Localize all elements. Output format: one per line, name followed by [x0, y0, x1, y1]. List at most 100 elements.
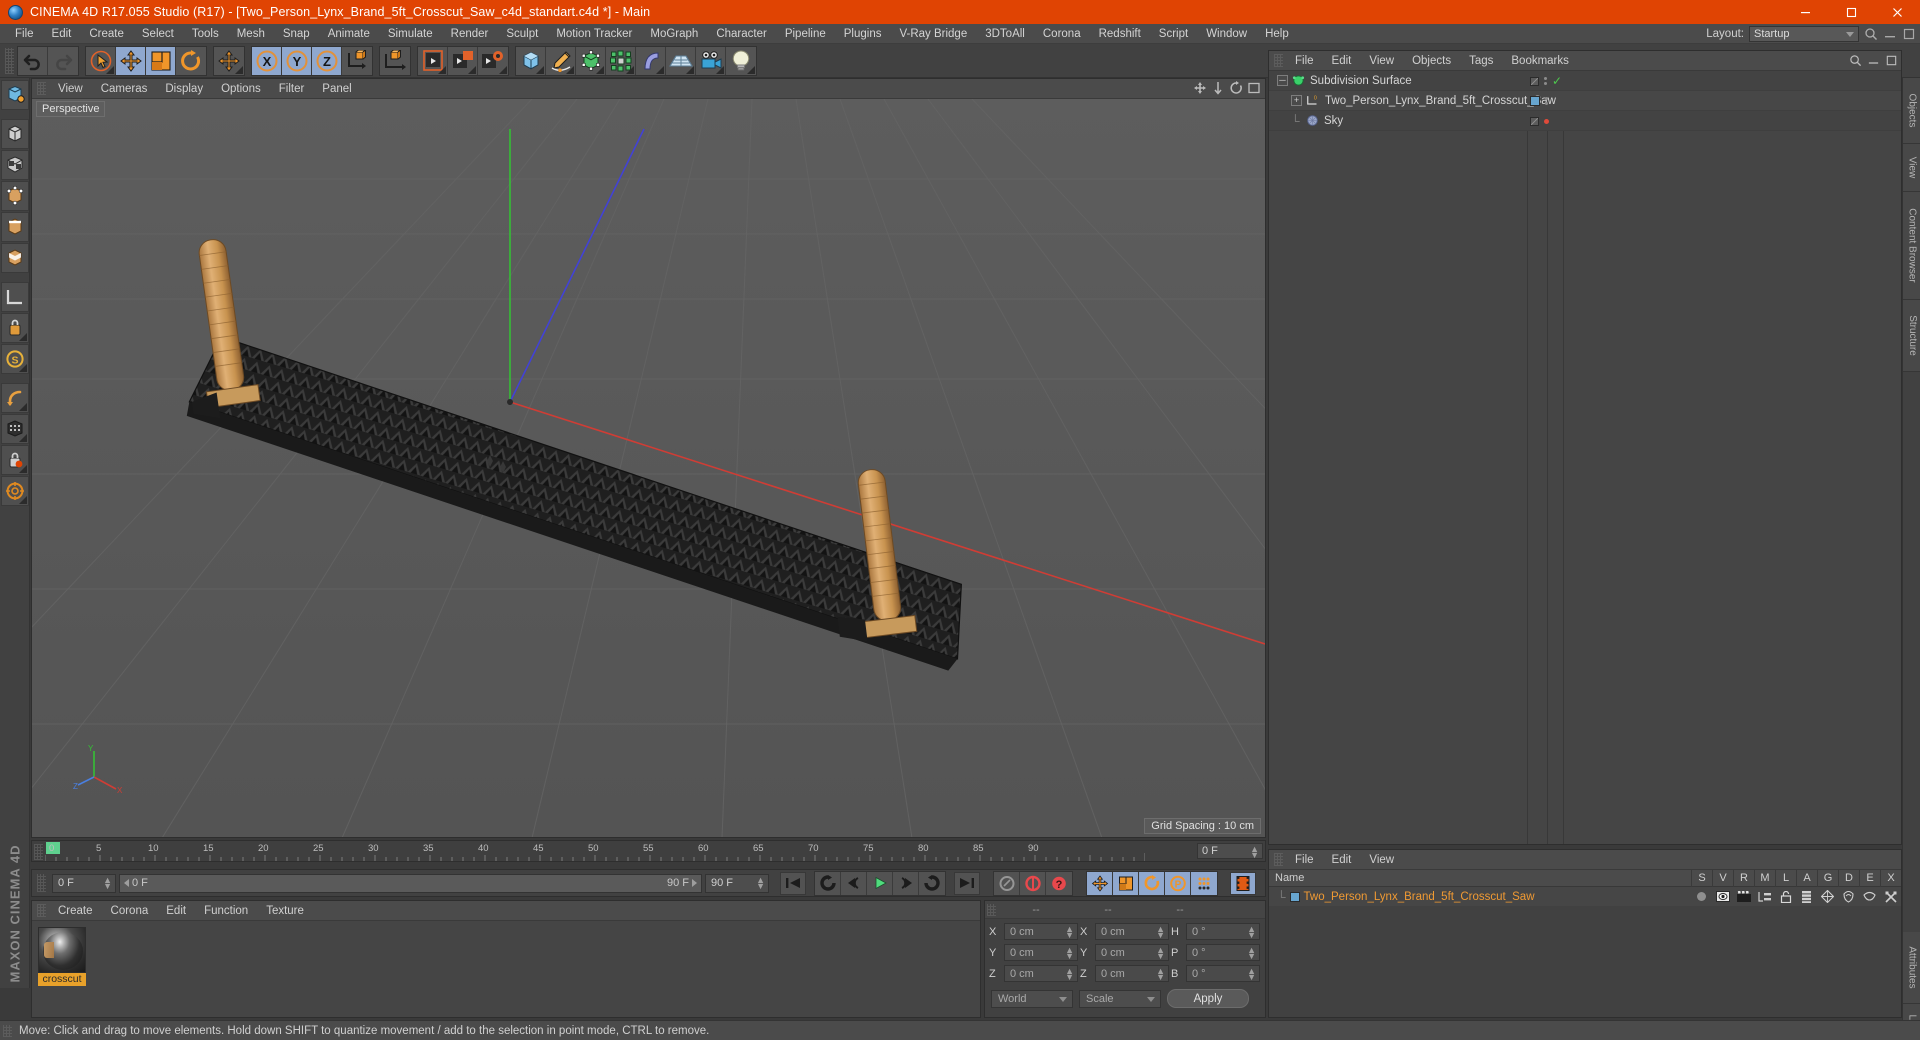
coordinates-grip[interactable]	[987, 903, 996, 916]
render-region-icon[interactable]	[448, 46, 478, 75]
status-bar-grip[interactable]	[3, 1024, 12, 1037]
move-alt-icon[interactable]	[214, 46, 244, 75]
viewport-menu-display[interactable]: Display	[156, 79, 212, 99]
objmgr-menu-bookmarks[interactable]: Bookmarks	[1502, 51, 1578, 71]
viewport-menu-grip[interactable]	[37, 82, 46, 95]
spinner-icon[interactable]: ▲ ▼	[1156, 967, 1165, 982]
attr-cell-s[interactable]	[1691, 892, 1712, 901]
workplane-icon[interactable]	[0, 282, 29, 312]
minimize-button[interactable]	[1782, 0, 1828, 24]
attr-cell-e[interactable]	[1859, 891, 1880, 902]
spinner-icon[interactable]: ▲ ▼	[1065, 925, 1074, 940]
max-frame-input[interactable]: 90 F ▲ ▼	[705, 873, 769, 893]
objmgr-menu-objects[interactable]: Objects	[1403, 51, 1460, 71]
scale-key-icon[interactable]	[1113, 871, 1139, 895]
viewport-menu-view[interactable]: View	[49, 79, 92, 99]
forward-icon[interactable]	[919, 871, 945, 895]
next-key-icon[interactable]	[893, 871, 919, 895]
go-to-end-icon[interactable]	[954, 871, 980, 895]
matmgr-menu-edit[interactable]: Edit	[157, 901, 195, 921]
enable-snap-icon[interactable]	[0, 383, 29, 413]
coordinate-system-icon[interactable]	[380, 46, 410, 75]
material-tag-swatch[interactable]	[1530, 96, 1540, 106]
menu-item-create[interactable]: Create	[80, 24, 133, 44]
floor-icon[interactable]	[666, 46, 696, 75]
viewport-menu-options[interactable]: Options	[212, 79, 270, 99]
material-item[interactable]: crosscut	[38, 927, 86, 986]
toolbar-grip[interactable]	[5, 47, 14, 74]
pan-icon[interactable]	[1193, 81, 1207, 95]
keyframe-selection-icon[interactable]: ?	[1046, 871, 1072, 895]
attributes-grip[interactable]	[1274, 853, 1283, 866]
lock-selection-icon[interactable]	[0, 445, 29, 475]
object-row-sky[interactable]: └ Sky	[1269, 111, 1901, 131]
attr-cell-d[interactable]	[1838, 890, 1859, 903]
menu-item-3dtoall[interactable]: 3DToAll	[976, 24, 1034, 44]
menu-item-edit[interactable]: Edit	[43, 24, 81, 44]
material-preview-thumbnail[interactable]	[38, 927, 86, 973]
bend-deformer-icon[interactable]	[636, 46, 666, 75]
spinner-icon[interactable]: ▲ ▼	[756, 875, 765, 890]
timeline-icon[interactable]	[1230, 871, 1256, 895]
menu-item-redshift[interactable]: Redshift	[1090, 24, 1150, 44]
go-to-start-icon[interactable]	[780, 871, 806, 895]
menu-item-mograph[interactable]: MoGraph	[641, 24, 707, 44]
coord-input-rot-b[interactable]: 0 ° ▲ ▼	[1186, 965, 1260, 982]
current-frame-input[interactable]: 0 F ▲ ▼	[52, 873, 116, 893]
move-icon[interactable]	[116, 46, 146, 75]
matmgr-menu-create[interactable]: Create	[49, 901, 102, 921]
make-editable-icon[interactable]	[0, 80, 29, 110]
play-icon[interactable]	[867, 871, 893, 895]
range-right-arrow-icon[interactable]	[692, 879, 697, 887]
texture-mode-icon[interactable]	[0, 150, 29, 180]
coord-input-pos-x[interactable]: 0 cm ▲ ▼	[1004, 923, 1078, 940]
viewport-canvas[interactable]: Perspective Y X Z Grid Spacing: 10 cm	[32, 99, 1265, 837]
coord-input-rot-p[interactable]: 0 ° ▲ ▼	[1186, 944, 1260, 961]
dots-icon[interactable]	[1545, 97, 1548, 105]
render-view-icon[interactable]	[418, 46, 448, 75]
attr-header-g[interactable]: G	[1817, 869, 1838, 887]
attr-cell-v[interactable]	[1712, 891, 1733, 902]
spinner-icon[interactable]: ▲ ▼	[1065, 967, 1074, 982]
undo-icon[interactable]	[18, 46, 48, 75]
array-icon[interactable]	[606, 46, 636, 75]
coord-input-size-x[interactable]: 0 cm ▲ ▼	[1095, 923, 1169, 940]
attr-cell-x[interactable]	[1880, 890, 1901, 903]
zoom-axis-icon[interactable]	[1211, 81, 1225, 95]
visibility-swatch[interactable]	[1530, 116, 1539, 126]
dot-red-icon[interactable]	[1544, 118, 1549, 124]
tree-expand-icon[interactable]: +	[1291, 95, 1302, 106]
attrs-menu-file[interactable]: File	[1286, 850, 1323, 870]
menu-item-pipeline[interactable]: Pipeline	[776, 24, 835, 44]
menu-item-simulate[interactable]: Simulate	[379, 24, 442, 44]
frame-range-slider[interactable]: 0 F 90 F	[119, 873, 702, 893]
menu-item-tools[interactable]: Tools	[183, 24, 228, 44]
attr-cell-m[interactable]	[1754, 891, 1775, 902]
viewport-solo-icon[interactable]	[0, 414, 29, 444]
spinner-icon[interactable]: ▲ ▼	[1247, 946, 1256, 961]
menu-item-render[interactable]: Render	[442, 24, 498, 44]
coord-input-size-y[interactable]: 0 cm ▲ ▼	[1095, 944, 1169, 961]
menu-item-help[interactable]: Help	[1256, 24, 1298, 44]
range-left-arrow-icon[interactable]	[124, 879, 129, 887]
light-icon[interactable]	[726, 46, 756, 75]
objmgr-menu-edit[interactable]: Edit	[1323, 51, 1361, 71]
menu-item-character[interactable]: Character	[707, 24, 776, 44]
rewind-icon[interactable]	[815, 871, 841, 895]
lock-workplane-icon[interactable]	[0, 313, 29, 343]
coord-input-size-z[interactable]: 0 cm ▲ ▼	[1095, 965, 1169, 982]
rotate-view-icon[interactable]	[1229, 81, 1243, 95]
expand-panel-icon[interactable]	[1885, 54, 1898, 67]
objmgr-menu-file[interactable]: File	[1286, 51, 1323, 71]
menu-item-select[interactable]: Select	[133, 24, 183, 44]
enable-axis-icon[interactable]: S	[0, 344, 29, 374]
attr-header-m[interactable]: M	[1754, 869, 1775, 887]
coord-input-pos-y[interactable]: 0 cm ▲ ▼	[1004, 944, 1078, 961]
maximize-viewport-icon[interactable]	[1247, 81, 1261, 95]
object-row-subdivision-surface[interactable]: ─ Subdivision Surface ✓	[1269, 71, 1901, 91]
attr-cell-r[interactable]	[1733, 891, 1754, 902]
menu-item-snap[interactable]: Snap	[274, 24, 319, 44]
attr-header-l[interactable]: L	[1775, 869, 1796, 887]
transport-grip[interactable]	[37, 874, 46, 892]
visibility-swatch[interactable]	[1530, 76, 1539, 86]
